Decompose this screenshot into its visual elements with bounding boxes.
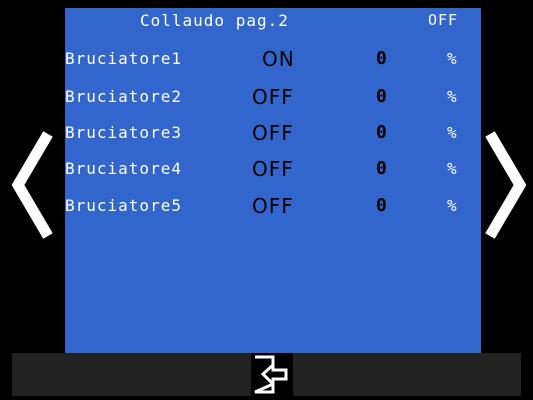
hmi-screen: Collaudo pag.2 OFF Bruciatore1 ON 0 % Br… <box>0 0 533 396</box>
burner-state-toggle[interactable]: OFF <box>252 194 294 218</box>
burner-state-toggle[interactable]: OFF <box>252 121 294 145</box>
bar-edge <box>0 353 12 396</box>
chevron-left-icon <box>11 131 53 239</box>
exit-button[interactable] <box>251 353 293 396</box>
burner-value[interactable]: 0 <box>376 85 387 109</box>
page-title: Collaudo pag.2 <box>140 11 289 30</box>
burner-value[interactable]: 0 <box>376 47 387 71</box>
burner-unit: % <box>447 123 457 142</box>
burner-name: Bruciatore3 <box>65 123 182 142</box>
burner-value[interactable]: 0 <box>376 121 387 145</box>
burner-state-toggle[interactable]: ON <box>262 47 295 71</box>
burner-row-2: Bruciatore2 OFF 0 % <box>0 85 533 115</box>
status-indicator: OFF <box>428 11 459 29</box>
burner-name: Bruciatore5 <box>65 196 182 215</box>
burner-name: Bruciatore4 <box>65 159 182 178</box>
chevron-right-icon <box>485 131 527 239</box>
burner-row-4: Bruciatore4 OFF 0 % <box>0 157 533 187</box>
burner-name: Bruciatore2 <box>65 87 182 106</box>
burner-unit: % <box>447 196 457 215</box>
burner-unit: % <box>447 159 457 178</box>
burner-value[interactable]: 0 <box>376 194 387 218</box>
burner-value[interactable]: 0 <box>376 157 387 181</box>
next-page-button[interactable] <box>484 130 528 240</box>
burner-row-5: Bruciatore5 OFF 0 % <box>0 194 533 224</box>
exit-icon <box>254 355 288 394</box>
prev-page-button[interactable] <box>10 130 54 240</box>
burner-row-3: Bruciatore3 OFF 0 % <box>0 121 533 151</box>
burner-state-toggle[interactable]: OFF <box>252 85 294 109</box>
burner-unit: % <box>447 49 457 68</box>
burner-row-1: Bruciatore1 ON 0 % <box>0 47 533 77</box>
burner-state-toggle[interactable]: OFF <box>252 157 294 181</box>
burner-name: Bruciatore1 <box>65 49 182 68</box>
burner-unit: % <box>447 87 457 106</box>
bar-edge <box>521 353 533 396</box>
